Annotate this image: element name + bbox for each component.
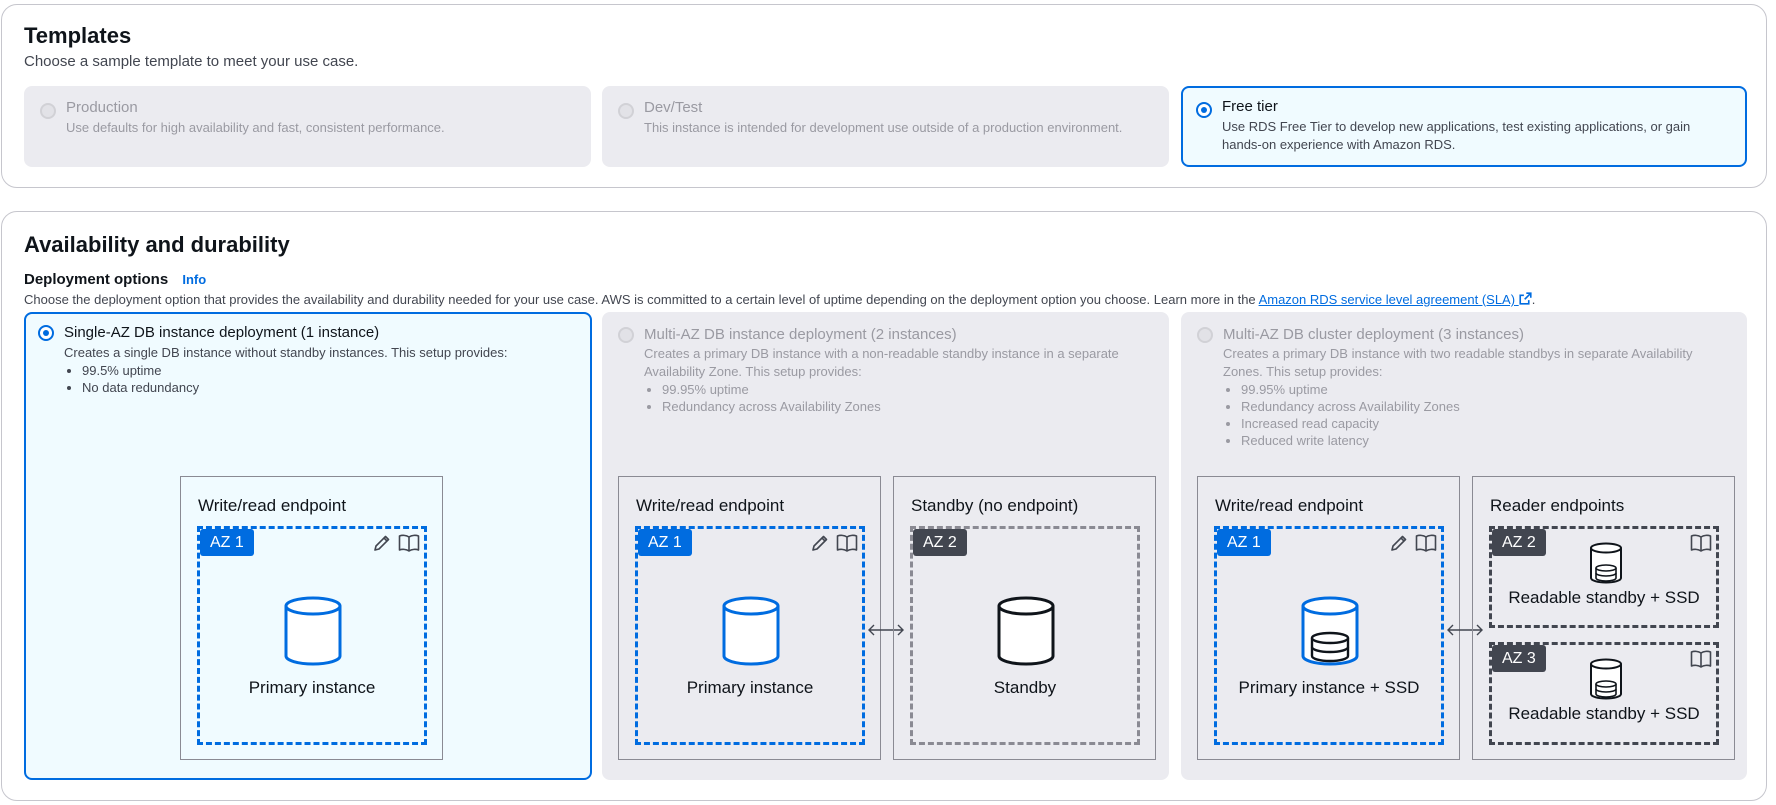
devtest-description: This instance is intended for developmen… (644, 120, 1123, 135)
az1-label: AZ 1 (1217, 529, 1271, 556)
availability-panel: Availability and durability Deployment o… (1, 211, 1767, 801)
primary-instance-caption: Primary instance (248, 678, 376, 697)
endpoint-title: Write/read endpoint (198, 496, 347, 515)
list-item: 99.95% uptime (662, 381, 881, 398)
devtest-title: Dev/Test (644, 99, 703, 116)
pencil-icon[interactable] (372, 533, 392, 553)
deployment-option-single-az[interactable]: Single-AZ DB instance deployment (1 inst… (24, 312, 592, 780)
multi-az-cluster-description: Creates a primary DB instance with two r… (1223, 346, 1693, 379)
multi-az-instance-title: Multi-AZ DB instance deployment (2 insta… (644, 326, 957, 343)
reader2-caption: Readable standby + SSD (1508, 704, 1700, 723)
az-tools (1690, 533, 1712, 553)
az-tools (1389, 533, 1437, 553)
multi-az-instance-description: Creates a primary DB instance with a non… (644, 346, 1119, 379)
deployment-options-description: Choose the deployment option that provid… (24, 292, 1535, 307)
multi-az-primary-box: Write/read endpoint AZ 1 Primary instanc… (618, 476, 881, 760)
endpoint-title: Write/read endpoint (1215, 496, 1364, 515)
template-option-devtest[interactable]: Dev/Test This instance is intended for d… (602, 86, 1169, 167)
endpoint-title: Write/read endpoint (636, 496, 785, 515)
multi-az-cluster-title: Multi-AZ DB cluster deployment (3 instan… (1223, 326, 1524, 343)
description-prefix: Choose the deployment option that provid… (24, 292, 1256, 307)
standby-endpoint-title: Standby (no endpoint) (911, 496, 1079, 515)
cluster-reader-box: Reader endpoints AZ 2 Readable standby +… (1472, 476, 1735, 760)
deployment-options-label: Deployment options Info (24, 271, 206, 288)
single-az-endpoint-box: Write/read endpoint AZ 1 Primary instanc… (180, 476, 443, 760)
list-item: Increased read capacity (1241, 415, 1460, 432)
production-description: Use defaults for high availability and f… (66, 120, 445, 135)
az1-zone: AZ 1 Primary instance (197, 526, 427, 745)
devtest-radio[interactable] (618, 103, 634, 119)
production-radio[interactable] (40, 103, 56, 119)
az2-zone: AZ 2 Readable standby + SSD (1489, 526, 1719, 628)
database-ssd-icon (1590, 658, 1622, 700)
list-item: Redundancy across Availability Zones (662, 398, 881, 415)
book-icon[interactable] (836, 533, 858, 553)
deployment-option-multi-az-instance[interactable]: Multi-AZ DB instance deployment (2 insta… (602, 312, 1169, 780)
reader-endpoints-title: Reader endpoints (1490, 496, 1625, 515)
description-suffix: . (1531, 292, 1536, 307)
list-item: 99.95% uptime (1241, 381, 1460, 398)
free-tier-radio[interactable] (1196, 102, 1212, 118)
free-tier-description: Use RDS Free Tier to develop new applica… (1222, 119, 1691, 152)
az1-label: AZ 1 (200, 529, 254, 556)
az-tools (372, 533, 420, 553)
az1-zone: AZ 1 Primary instance + SSD (1214, 526, 1444, 745)
template-option-free-tier[interactable]: Free tier Use RDS Free Tier to develop n… (1181, 86, 1747, 167)
templates-heading: Templates (24, 23, 132, 48)
single-az-bullets: 99.5% uptime No data redundancy (64, 362, 199, 396)
book-icon[interactable] (1415, 533, 1437, 553)
sla-link[interactable]: Amazon RDS service level agreement (SLA) (1259, 292, 1532, 307)
az2-label: AZ 2 (1492, 529, 1546, 556)
az3-zone: AZ 3 Readable standby + SSD (1489, 642, 1719, 745)
az-tools (1690, 649, 1712, 669)
az2-zone: AZ 2 Standby (910, 526, 1140, 745)
pencil-icon[interactable] (810, 533, 830, 553)
list-item: 99.5% uptime (82, 362, 199, 379)
production-title: Production (66, 99, 138, 116)
sla-link-text[interactable]: Amazon RDS service level agreement (SLA) (1259, 292, 1516, 307)
templates-description: Choose a sample template to meet your us… (24, 53, 359, 70)
primary-ssd-caption: Primary instance + SSD (1238, 678, 1420, 697)
database-icon (997, 596, 1055, 666)
template-option-production[interactable]: Production Use defaults for high availab… (24, 86, 591, 167)
book-icon[interactable] (398, 533, 420, 553)
az1-zone: AZ 1 Primary instance (635, 526, 865, 745)
database-ssd-icon (1590, 542, 1622, 584)
multi-az-instance-bullets: 99.95% uptime Redundancy across Availabi… (644, 381, 881, 415)
cluster-primary-box: Write/read endpoint AZ 1 Primary instanc… (1197, 476, 1460, 760)
az1-label: AZ 1 (638, 529, 692, 556)
list-item: Redundancy across Availability Zones (1241, 398, 1460, 415)
database-icon (722, 596, 780, 666)
pencil-icon[interactable] (1389, 533, 1409, 553)
database-ssd-icon (1301, 596, 1359, 666)
free-tier-title: Free tier (1222, 98, 1278, 115)
primary-instance-caption: Primary instance (686, 678, 814, 697)
database-icon (284, 596, 342, 666)
list-item: No data redundancy (82, 379, 199, 396)
book-icon[interactable] (1690, 649, 1712, 669)
external-link-icon (1519, 292, 1532, 305)
list-item: Reduced write latency (1241, 432, 1460, 449)
multi-az-standby-box: Standby (no endpoint) AZ 2 Standby (893, 476, 1156, 760)
info-link[interactable]: Info (182, 272, 206, 287)
deployment-options-text: Deployment options (24, 271, 169, 288)
single-az-title: Single-AZ DB instance deployment (1 inst… (64, 324, 380, 341)
multi-az-cluster-radio[interactable] (1197, 327, 1213, 343)
reader1-caption: Readable standby + SSD (1508, 588, 1700, 607)
az2-label: AZ 2 (913, 529, 967, 556)
standby-caption: Standby (993, 678, 1057, 697)
templates-panel: Templates Choose a sample template to me… (1, 4, 1767, 188)
multi-az-instance-radio[interactable] (618, 327, 634, 343)
book-icon[interactable] (1690, 533, 1712, 553)
deployment-option-multi-az-cluster[interactable]: Multi-AZ DB cluster deployment (3 instan… (1181, 312, 1747, 780)
az3-label: AZ 3 (1492, 645, 1546, 672)
multi-az-cluster-bullets: 99.95% uptime Redundancy across Availabi… (1223, 381, 1460, 449)
availability-heading: Availability and durability (24, 232, 290, 257)
az-tools (810, 533, 858, 553)
single-az-radio[interactable] (38, 325, 54, 341)
single-az-description: Creates a single DB instance without sta… (64, 345, 508, 360)
